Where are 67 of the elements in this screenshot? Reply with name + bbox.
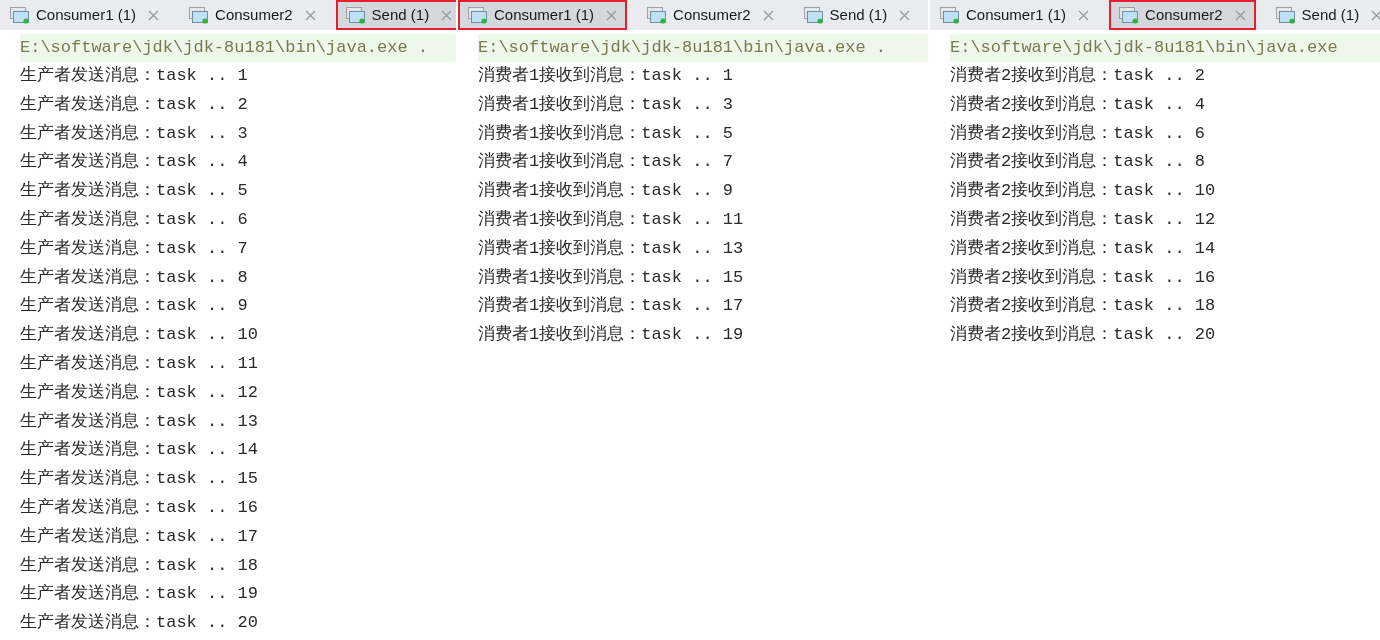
console-line: 消费者1接收到消息：task .. 7 <box>478 151 735 174</box>
console-line: 消费者2接收到消息：task .. 2 <box>950 65 1207 87</box>
console-line: 生产者发送消息：task .. 19 <box>20 583 260 606</box>
console-line: 生产者发送消息：task .. 7 <box>20 237 249 260</box>
console-line: 生产者发送消息：task .. 1 <box>20 65 249 87</box>
console-window-icon <box>647 6 668 24</box>
tab[interactable]: Send (1) <box>335 0 456 30</box>
console-line: 消费者2接收到消息：task .. 20 <box>950 324 1217 347</box>
console-window-icon <box>940 6 960 24</box>
console-line: 消费者2接收到消息：task .. 16 <box>950 266 1217 289</box>
tab[interactable]: Send (1) <box>793 0 921 30</box>
console-line: 消费者1接收到消息：task .. 9 <box>478 180 735 203</box>
console-line: 生产者发送消息：task .. 8 <box>20 266 249 289</box>
console-window-icon <box>10 6 30 24</box>
console-line: 消费者2接收到消息：task .. 14 <box>950 237 1217 260</box>
close-icon[interactable] <box>762 9 774 21</box>
console-window-icon <box>468 6 488 24</box>
close-icon[interactable] <box>441 9 453 21</box>
console-line: 生产者发送消息：task .. 4 <box>20 151 249 174</box>
console-line: 生产者发送消息：task .. 15 <box>20 468 260 491</box>
tab[interactable]: Consumer1 (1) <box>458 0 628 30</box>
console-line: 消费者2接收到消息：task .. 8 <box>950 151 1207 174</box>
console-line: 消费者1接收到消息：task .. 15 <box>478 266 745 289</box>
console-line: 消费者1接收到消息：task .. 13 <box>478 237 745 260</box>
console-window-icon <box>1275 6 1296 24</box>
console-line: 生产者发送消息：task .. 18 <box>20 554 260 577</box>
close-icon[interactable] <box>606 9 618 21</box>
console-line: 生产者发送消息：task .. 13 <box>20 410 260 433</box>
console-line: 消费者2接收到消息：task .. 18 <box>950 295 1217 318</box>
console-window-icon <box>345 6 366 24</box>
console-line: 生产者发送消息：task .. 5 <box>20 180 249 203</box>
console-line: 消费者2接收到消息：task .. 12 <box>950 209 1217 231</box>
console-line: 生产者发送消息：task .. 9 <box>20 295 249 318</box>
console-line: 生产者发送消息：task .. 10 <box>20 324 260 347</box>
console-line: 生产者发送消息：task .. 20 <box>20 612 260 635</box>
console-window-icon <box>803 6 824 24</box>
console-line: 生产者发送消息：task .. 3 <box>20 122 249 145</box>
console-line: 生产者发送消息：task .. 11 <box>20 352 260 375</box>
tab[interactable]: Consumer2 <box>1109 0 1256 30</box>
console-line: 消费者1接收到消息：task .. 3 <box>478 93 735 116</box>
tab[interactable]: Consumer1 (1) <box>0 0 170 30</box>
console-line: 生产者发送消息：task .. 14 <box>20 439 260 462</box>
console-line: 生产者发送消息：task .. 17 <box>20 525 260 548</box>
close-icon[interactable] <box>1371 9 1380 21</box>
close-icon[interactable] <box>899 9 911 21</box>
tab[interactable]: Consumer2 <box>179 0 326 30</box>
console-window-icon <box>1119 6 1140 24</box>
console-line: 消费者2接收到消息：task .. 6 <box>950 122 1207 145</box>
close-icon[interactable] <box>1078 9 1090 21</box>
tab[interactable]: Consumer1 (1) <box>930 0 1100 30</box>
close-icon[interactable] <box>304 9 316 21</box>
tab[interactable]: Consumer2 <box>637 0 784 30</box>
console-line: 生产者发送消息：task .. 16 <box>20 496 260 519</box>
close-icon[interactable] <box>1234 9 1246 21</box>
console-line: 消费者1接收到消息：task .. 17 <box>478 295 745 318</box>
console-line: 消费者1接收到消息：task .. 5 <box>478 122 735 145</box>
console-window-icon <box>189 6 210 24</box>
console-line: 生产者发送消息：task .. 12 <box>20 381 260 404</box>
console-line: 消费者2接收到消息：task .. 10 <box>950 180 1217 203</box>
console-line: 生产者发送消息：task .. 2 <box>20 93 249 116</box>
console-line: 消费者2接收到消息：task .. 4 <box>950 93 1207 116</box>
tab[interactable]: Send (1) <box>1265 0 1380 30</box>
console-line: 消费者1接收到消息：task .. 19 <box>478 324 745 347</box>
close-icon[interactable] <box>148 9 160 21</box>
console-line: 生产者发送消息：task .. 6 <box>20 209 249 231</box>
console-line: 消费者1接收到消息：task .. 1 <box>478 65 735 87</box>
console-line: 消费者1接收到消息：task .. 11 <box>478 209 745 231</box>
